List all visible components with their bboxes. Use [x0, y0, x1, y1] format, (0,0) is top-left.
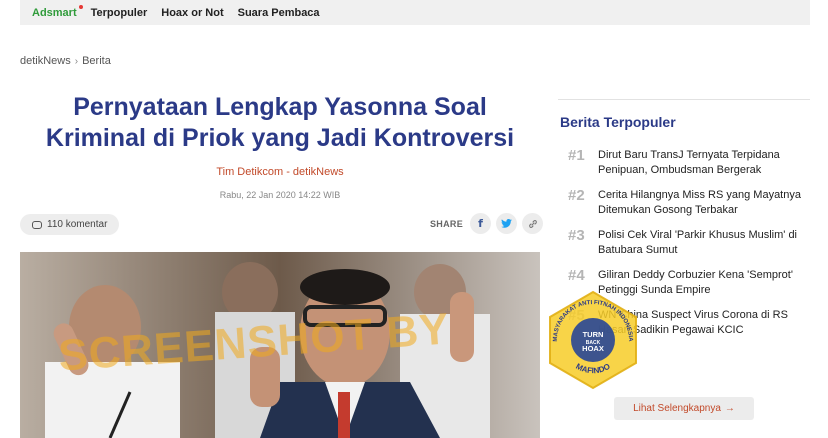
chevron-right-icon: ›	[74, 55, 79, 67]
nav-item-terpopuler[interactable]: Terpopuler	[91, 7, 148, 19]
popular-news-rank: #4	[568, 267, 585, 284]
popular-news-headline[interactable]: WN China Suspect Virus Corona di RS Hasa…	[598, 308, 813, 338]
nav-item-adsmart[interactable]: Adsmart	[32, 4, 83, 19]
breadcrumb-item-berita[interactable]: Berita	[82, 55, 111, 67]
popular-news-rank: #5	[568, 307, 585, 324]
link-icon	[528, 219, 537, 228]
popular-news-headline[interactable]: Dirut Baru TransJ Ternyata Terpidana Pen…	[598, 148, 813, 178]
popular-news-headline[interactable]: Giliran Deddy Corbuzier Kena 'Semprot' P…	[598, 268, 813, 298]
notification-dot-icon	[78, 4, 83, 9]
share-bar: SHARE f	[430, 213, 544, 234]
facebook-icon: f	[478, 217, 483, 230]
twitter-icon	[501, 219, 512, 228]
popular-news-item-5[interactable]: #5 WN China Suspect Virus Corona di RS H…	[568, 308, 813, 338]
article-photo	[20, 252, 540, 438]
popular-news-item-2[interactable]: #2 Cerita Hilangnya Miss RS yang Mayatny…	[568, 188, 813, 218]
twitter-share-button[interactable]	[496, 213, 518, 234]
breadcrumb: detikNews › Berita	[20, 55, 111, 67]
popular-news-item-1[interactable]: #1 Dirut Baru TransJ Ternyata Terpidana …	[568, 148, 813, 178]
nav-item-hoax-or-not[interactable]: Hoax or Not	[161, 7, 223, 19]
top-nav-bar: Adsmart Terpopuler Hoax or Not Suara Pem…	[20, 0, 810, 25]
popular-news-rank: #3	[568, 227, 585, 244]
nav-item-suara-pembaca[interactable]: Suara Pembaca	[238, 7, 320, 19]
arrow-right-icon: →	[724, 403, 735, 414]
comment-bubble-icon	[32, 220, 42, 229]
nav-item-adsmart-label: Adsmart	[32, 6, 77, 19]
sidebar-divider	[558, 99, 810, 100]
popular-news-headline[interactable]: Polisi Cek Viral 'Parkir Khusus Muslim' …	[598, 228, 813, 258]
comment-count-button[interactable]: 110 komentar	[20, 214, 120, 235]
svg-text:MAFINDO: MAFINDO	[574, 362, 611, 376]
share-label: SHARE	[430, 218, 464, 229]
comment-count-label: 110 komentar	[47, 219, 108, 230]
popular-news-headline[interactable]: Cerita Hilangnya Miss RS yang Mayatnya D…	[598, 188, 813, 218]
popular-news-item-4[interactable]: #4 Giliran Deddy Corbuzier Kena 'Semprot…	[568, 268, 813, 298]
article-title: Pernyataan Lengkap Yasonna Soal Kriminal…	[20, 92, 540, 154]
popular-news-rank: #1	[568, 147, 585, 164]
article-date: Rabu, 22 Jan 2020 14:22 WIB	[219, 190, 341, 200]
see-more-label: Lihat Selengkapnya	[633, 403, 721, 414]
popular-news-list: #1 Dirut Baru TransJ Ternyata Terpidana …	[568, 148, 813, 348]
copy-link-button[interactable]	[522, 213, 544, 234]
facebook-share-button[interactable]: f	[470, 213, 492, 234]
article-author[interactable]: Tim Detikcom - detikNews	[20, 166, 540, 178]
popular-news-rank: #2	[568, 187, 585, 204]
article-title-line-2: Kriminal di Priok yang Jadi Kontroversi	[45, 124, 515, 152]
article-title-line-1: Pernyataan Lengkap Yasonna Soal	[73, 93, 487, 121]
see-more-button[interactable]: Lihat Selengkapnya →	[614, 397, 754, 420]
sidebar-title: Berita Terpopuler	[560, 114, 676, 130]
popular-news-item-3[interactable]: #3 Polisi Cek Viral 'Parkir Khusus Musli…	[568, 228, 813, 258]
breadcrumb-item-detiknews[interactable]: detikNews	[20, 55, 71, 67]
